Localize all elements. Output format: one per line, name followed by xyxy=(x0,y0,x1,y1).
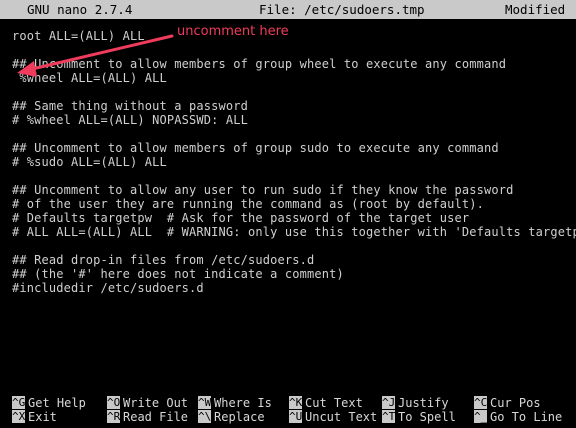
key-replace[interactable]: ^\ xyxy=(198,410,211,423)
get-help-label[interactable]: Get Help xyxy=(28,396,86,410)
key-to-spell[interactable]: ^T xyxy=(382,410,395,423)
editor-line[interactable]: ## (the '#' here does not indicate a com… xyxy=(12,267,572,281)
editor-line[interactable]: # of the user they are running the comma… xyxy=(12,197,572,211)
key-exit[interactable]: ^X xyxy=(12,410,25,423)
key-cut-text[interactable]: ^K xyxy=(289,396,302,409)
cur-pos-label[interactable]: Cur Pos xyxy=(490,396,541,410)
annotation-label: uncomment here xyxy=(177,24,289,39)
shortcut-bar: ^G Get Help ^X Exit ^O Write Out ^R Read… xyxy=(0,395,576,425)
key-read-file[interactable]: ^R xyxy=(107,410,120,423)
editor-buffer[interactable]: root ALL=(ALL) ALL ## Uncomment to allow… xyxy=(12,29,576,295)
editor-line[interactable]: ## Same thing without a password xyxy=(12,99,572,113)
modified-status: Modified xyxy=(505,2,566,17)
editor-line[interactable]: root ALL=(ALL) ALL xyxy=(12,29,572,43)
shortcut-pair: ^G Get Help ^X Exit xyxy=(12,395,102,424)
key-uncut-text[interactable]: ^U xyxy=(289,410,302,423)
shortcut-pair: ^J Justify ^T To Spell xyxy=(382,395,472,424)
key-where-is[interactable]: ^W xyxy=(198,396,211,409)
key-justify[interactable]: ^J xyxy=(382,396,395,409)
exit-label[interactable]: Exit xyxy=(28,410,57,424)
replace-label[interactable]: Replace xyxy=(214,410,265,424)
editor-line[interactable]: ## Uncomment to allow members of group s… xyxy=(12,141,572,155)
editor-line[interactable] xyxy=(12,169,572,183)
nano-title-bar: GNU nano 2.7.4 File: /etc/sudoers.tmp Mo… xyxy=(0,0,576,19)
shortcut-pair: ^W Where Is ^\ Replace xyxy=(198,395,288,424)
editor-line[interactable]: %wheel ALL=(ALL) ALL xyxy=(12,71,572,85)
read-file-label[interactable]: Read File xyxy=(123,410,188,424)
key-write-out[interactable]: ^O xyxy=(107,396,120,409)
key-get-help[interactable]: ^G xyxy=(12,396,25,409)
key-go-to-line[interactable]: ^_ xyxy=(474,410,487,423)
editor-line[interactable] xyxy=(12,43,572,57)
editor-line[interactable]: # Defaults targetpw # Ask for the passwo… xyxy=(12,211,572,225)
app-version: GNU nano 2.7.4 xyxy=(27,2,133,17)
cut-text-label[interactable]: Cut Text xyxy=(305,396,363,410)
editor-line[interactable]: ## Read drop-in files from /etc/sudoers.… xyxy=(12,253,572,267)
uncut-text-label[interactable]: Uncut Text xyxy=(305,410,377,424)
key-cur-pos[interactable]: ^C xyxy=(474,396,487,409)
go-to-line-label[interactable]: Go To Line xyxy=(490,410,562,424)
write-out-label[interactable]: Write Out xyxy=(123,396,188,410)
editor-line[interactable]: # ALL ALL=(ALL) ALL # WARNING: only use … xyxy=(12,225,576,239)
editor-line[interactable]: ## Uncomment to allow any user to run su… xyxy=(12,183,572,197)
justify-label[interactable]: Justify xyxy=(398,396,449,410)
to-spell-label[interactable]: To Spell xyxy=(398,410,456,424)
where-is-label[interactable]: Where Is xyxy=(214,396,272,410)
editor-line[interactable]: #includedir /etc/sudoers.d xyxy=(12,281,572,295)
shortcut-pair: ^K Cut Text ^U Uncut Text xyxy=(289,395,379,424)
editor-line[interactable]: # %sudo ALL=(ALL) ALL xyxy=(12,155,572,169)
editor-line[interactable] xyxy=(12,239,572,253)
editor-line[interactable] xyxy=(12,85,572,99)
shortcut-pair: ^O Write Out ^R Read File xyxy=(107,395,197,424)
file-name: File: /etc/sudoers.tmp xyxy=(259,2,425,17)
editor-line[interactable]: # %wheel ALL=(ALL) NOPASSWD: ALL xyxy=(12,113,572,127)
editor-line[interactable]: ## Uncomment to allow members of group w… xyxy=(12,57,572,71)
shortcut-pair: ^C Cur Pos ^_ Go To Line xyxy=(474,395,574,424)
editor-line[interactable] xyxy=(12,127,572,141)
